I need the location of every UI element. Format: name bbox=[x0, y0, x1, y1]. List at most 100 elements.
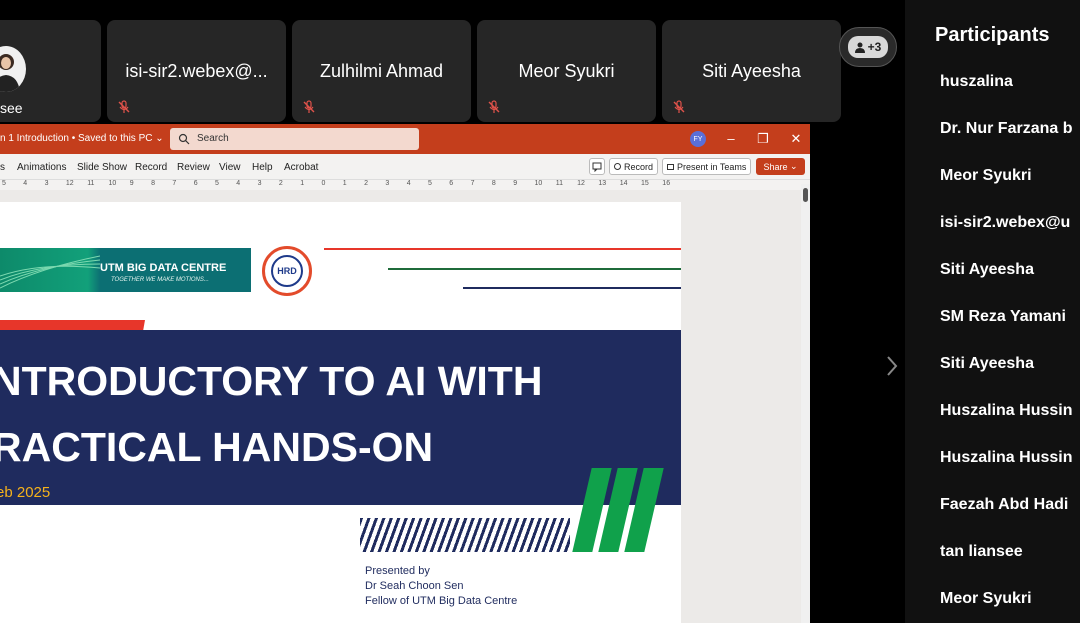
navy-stripes bbox=[360, 518, 570, 552]
ruler-label: 12 bbox=[577, 180, 585, 187]
video-tile[interactable]: isi-sir2.webex@... bbox=[107, 20, 286, 122]
ruler-label: 8 bbox=[491, 180, 496, 187]
tab-review[interactable]: Review bbox=[177, 162, 210, 173]
tab-slide-show[interactable]: Slide Show bbox=[77, 162, 127, 173]
ruler-label: 7 bbox=[470, 180, 475, 187]
video-tile[interactable]: Siti Ayeesha bbox=[662, 20, 841, 122]
muted-mic-icon bbox=[303, 100, 315, 113]
ruler-label: 10 bbox=[108, 180, 117, 187]
share-button[interactable]: Share ⌄ bbox=[756, 158, 805, 175]
minimize-icon[interactable]: – bbox=[722, 130, 740, 148]
tile-name: Meor Syukri bbox=[518, 61, 615, 81]
tab-animations[interactable]: Animations bbox=[17, 162, 66, 173]
participant-item[interactable]: Siti Ayeesha bbox=[940, 352, 1080, 399]
ruler-label: 6 bbox=[449, 180, 454, 187]
participant-item[interactable]: Huszalina Hussin bbox=[940, 399, 1080, 446]
hrd-corp-logo: HRD bbox=[262, 246, 312, 296]
ruler-label: 8 bbox=[151, 180, 155, 187]
tab-acrobat[interactable]: Acrobat bbox=[284, 162, 318, 173]
decor-line-red bbox=[324, 248, 681, 250]
participant-item[interactable]: Siti Ayeesha bbox=[940, 258, 1080, 305]
ruler-label: 9 bbox=[129, 180, 134, 187]
tab-help[interactable]: Help bbox=[252, 162, 273, 173]
decor-line-green bbox=[388, 268, 681, 270]
ruler-label: 7 bbox=[172, 180, 177, 187]
presented-by: Presented by bbox=[365, 565, 430, 577]
slide-title-line2: RACTICAL HANDS-ON bbox=[0, 424, 434, 470]
ruler-label: 4 bbox=[236, 180, 241, 187]
user-avatar[interactable]: FY bbox=[690, 131, 706, 147]
ruler-label: 16 bbox=[662, 180, 671, 187]
logo-text: UTM BIG DATA CENTRE bbox=[100, 262, 227, 274]
slide-date: eb 2025 bbox=[0, 484, 51, 501]
ruler-label: 2 bbox=[278, 180, 283, 187]
video-tile-self[interactable]: see bbox=[0, 20, 101, 122]
comments-button[interactable] bbox=[589, 158, 605, 175]
screen: see isi-sir2.webex@... Zulhilmi Ahmad Me… bbox=[0, 0, 1080, 623]
participant-item[interactable]: Faezah Abd Hadi bbox=[940, 493, 1080, 540]
participant-item[interactable]: huszalina bbox=[940, 70, 1080, 117]
record-button[interactable]: Record bbox=[609, 158, 659, 175]
participant-item[interactable]: Huszalina Hussin bbox=[940, 446, 1080, 493]
overflow-count: +3 bbox=[867, 40, 882, 54]
tab-record[interactable]: Record bbox=[135, 162, 167, 173]
tile-name: Zulhilmi Ahmad bbox=[319, 61, 444, 81]
title-bar: n 1 Introduction • Saved to this PC ⌄ Se… bbox=[0, 124, 810, 154]
restore-icon[interactable]: ❐ bbox=[754, 130, 772, 148]
tile-name: see bbox=[0, 100, 23, 116]
tile-name: isi-sir2.webex@... bbox=[125, 61, 268, 81]
more-participants-button[interactable]: +3 bbox=[839, 27, 897, 67]
ruler-label: 10 bbox=[534, 180, 543, 187]
ruler-label: 3 bbox=[257, 180, 262, 187]
present-in-teams-button[interactable]: Present in Teams bbox=[662, 158, 752, 175]
slide-title-line1: NTRODUCTORY TO AI WITH bbox=[0, 358, 543, 404]
video-tile[interactable]: Zulhilmi Ahmad bbox=[292, 20, 471, 122]
tab-transitions[interactable]: s bbox=[0, 162, 5, 173]
logo-wave-graphic bbox=[0, 255, 100, 289]
horizontal-ruler: 5 4 3 12 11 10 9 8 7 6 5 4 3 2 1 0 1 2 3 4 5 6 7 8 9 10 11 12 13 14 15… bbox=[0, 180, 682, 190]
participant-item[interactable]: SM Reza Yamani bbox=[940, 305, 1080, 352]
slide: UTM BIG DATA CENTRE TOGETHER WE MAKE MOT… bbox=[0, 202, 681, 623]
participant-item[interactable]: isi-sir2.webex@u bbox=[940, 211, 1080, 258]
ruler-label: 11 bbox=[555, 180, 564, 187]
participant-item[interactable]: tan liansee bbox=[940, 540, 1080, 587]
ruler-label: 5 bbox=[215, 180, 219, 187]
vertical-scrollbar[interactable] bbox=[801, 184, 810, 623]
panel-title: Participants bbox=[935, 24, 1050, 46]
ruler-label: 13 bbox=[598, 180, 607, 187]
ruler-label: 5 bbox=[428, 180, 432, 187]
ruler-label: 12 bbox=[65, 180, 74, 187]
ruler-label: 4 bbox=[23, 180, 28, 187]
participant-item[interactable]: Meor Syukri bbox=[940, 587, 1080, 623]
ruler-label: 11 bbox=[87, 180, 95, 187]
tab-view[interactable]: View bbox=[219, 162, 241, 173]
muted-mic-icon bbox=[118, 100, 130, 113]
chevron-right-icon[interactable] bbox=[884, 355, 900, 377]
presenter-role: Fellow of UTM Big Data Centre bbox=[365, 595, 518, 607]
share-label: Share bbox=[763, 161, 788, 172]
person-icon bbox=[854, 42, 865, 53]
ruler-label: 5 bbox=[2, 180, 6, 187]
presenter-info: Presented by Dr Seah Choon Sen Fellow of… bbox=[365, 564, 517, 609]
document-title[interactable]: n 1 Introduction • Saved to this PC ⌄ bbox=[0, 133, 164, 144]
shared-powerpoint-window: n 1 Introduction • Saved to this PC ⌄ Se… bbox=[0, 124, 810, 623]
participants-panel: Participants huszalina Dr. Nur Farzana b… bbox=[905, 0, 1080, 623]
present-icon bbox=[667, 163, 674, 170]
decor-line-navy bbox=[463, 287, 681, 289]
participant-item[interactable]: Dr. Nur Farzana b bbox=[940, 117, 1080, 164]
search-icon bbox=[178, 133, 190, 145]
participant-item[interactable]: Meor Syukri bbox=[940, 164, 1080, 211]
muted-mic-icon bbox=[673, 100, 685, 113]
presenter-name: Dr Seah Choon Sen bbox=[365, 580, 464, 592]
ruler-label: 2 bbox=[364, 180, 368, 187]
close-icon[interactable]: ✕ bbox=[787, 130, 805, 148]
present-label: Present in Teams bbox=[677, 161, 747, 172]
search-box[interactable]: Search bbox=[170, 128, 419, 150]
utm-big-data-logo: UTM BIG DATA CENTRE TOGETHER WE MAKE MOT… bbox=[0, 248, 251, 292]
participant-list: huszalina Dr. Nur Farzana b Meor Syukri … bbox=[940, 70, 1080, 623]
ruler-label: 4 bbox=[406, 180, 411, 187]
video-tile[interactable]: Meor Syukri bbox=[477, 20, 656, 122]
title-band bbox=[0, 330, 681, 505]
ruler-label: 0 bbox=[321, 180, 326, 187]
ruler-label: 6 bbox=[193, 180, 198, 187]
